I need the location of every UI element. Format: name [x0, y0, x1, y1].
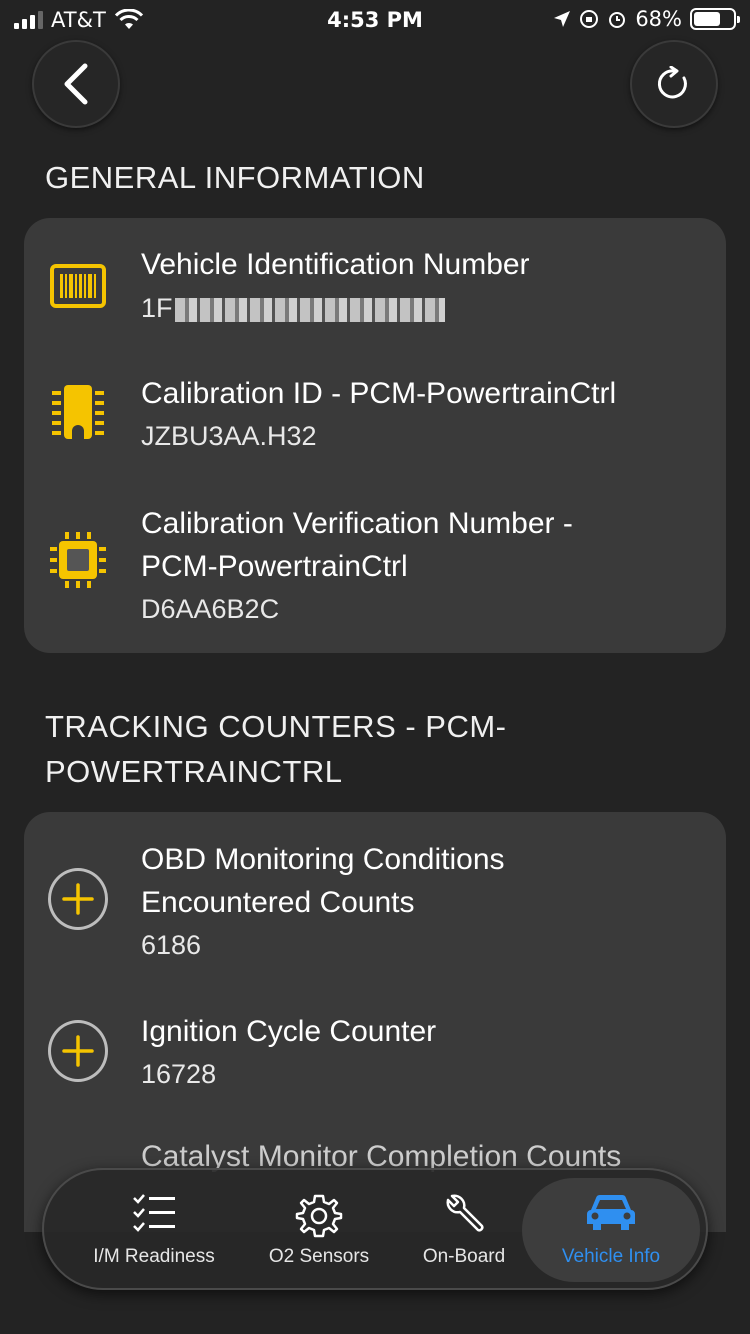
checklist-icon	[64, 1192, 244, 1232]
vin-label: Vehicle Identification Number	[141, 248, 530, 281]
tab-label: O2 Sensors	[268, 1246, 370, 1267]
plus-circle-icon	[48, 868, 108, 930]
plus-circle-icon	[48, 1020, 108, 1082]
cvn-label-line2: PCM-PowertrainCtrl	[141, 550, 408, 583]
status-bar: AT&T 4:53 PM 68%	[0, 0, 750, 40]
list-item-calibration-id[interactable]: Calibration ID - PCM-PowertrainCtrl JZBU…	[24, 368, 726, 488]
general-info-card: Vehicle Identification Number 1F Calibra…	[24, 218, 726, 653]
section-title-tracking-line1: TRACKING COUNTERS - PCM-	[45, 709, 507, 744]
barcode-icon	[48, 256, 108, 316]
gear-icon	[244, 1192, 394, 1240]
refresh-button[interactable]	[630, 40, 718, 128]
expand-obd-button[interactable]	[48, 868, 108, 930]
list-item-cvn[interactable]: Calibration Verification Number - PCM-Po…	[24, 500, 726, 650]
tab-label: On-Board	[422, 1246, 506, 1267]
list-item-ignition-cycle[interactable]: Ignition Cycle Counter 16728	[24, 992, 726, 1102]
cvn-label-line1: Calibration Verification Number -	[141, 507, 573, 540]
obd-label-line2: Encountered Counts	[141, 886, 415, 919]
location-arrow-icon	[554, 11, 571, 27]
ignition-label: Ignition Cycle Counter	[141, 1015, 437, 1048]
obd-label-line1: OBD Monitoring Conditions	[141, 843, 505, 876]
battery-percent: 68%	[635, 7, 682, 31]
car-icon	[522, 1192, 700, 1232]
alarm-icon	[609, 12, 626, 28]
section-title-general: GENERAL INFORMATION	[45, 160, 425, 195]
calibration-id-value: JZBU3AA.H32	[141, 421, 317, 451]
tab-on-board[interactable]: On-Board	[396, 1170, 532, 1288]
tab-label: Vehicle Info	[561, 1246, 661, 1267]
calibration-id-label: Calibration ID - PCM-PowertrainCtrl	[141, 377, 617, 410]
battery-icon	[690, 8, 740, 30]
tab-label: I/M Readiness	[93, 1246, 215, 1267]
chevron-left-icon	[64, 63, 88, 105]
redacted-block	[174, 297, 445, 322]
cvn-value: D6AA6B2C	[141, 594, 280, 624]
ecu-chip-icon	[48, 382, 108, 442]
vin-value: 1F	[141, 288, 445, 328]
expand-ignition-button[interactable]	[48, 1020, 108, 1082]
tab-im-readiness[interactable]: I/M Readiness	[64, 1170, 244, 1288]
bottom-tab-bar: I/M Readiness O2 Sensors On-Board Vehicl…	[42, 1168, 708, 1290]
list-item-vin[interactable]: Vehicle Identification Number 1F	[24, 218, 726, 358]
back-button[interactable]	[32, 40, 120, 128]
processor-icon	[48, 530, 108, 590]
wrench-icon	[396, 1192, 532, 1236]
rotation-lock-icon	[580, 10, 599, 28]
tab-vehicle-info[interactable]: Vehicle Info	[522, 1178, 700, 1282]
list-item-obd-monitoring[interactable]: OBD Monitoring Conditions Encountered Co…	[24, 812, 726, 972]
refresh-icon	[657, 66, 687, 99]
tab-o2-sensors[interactable]: O2 Sensors	[244, 1170, 394, 1288]
section-title-tracking-line2: POWERTRAINCTRL	[45, 754, 343, 789]
ignition-value: 16728	[141, 1059, 217, 1089]
obd-value: 6186	[141, 930, 202, 960]
